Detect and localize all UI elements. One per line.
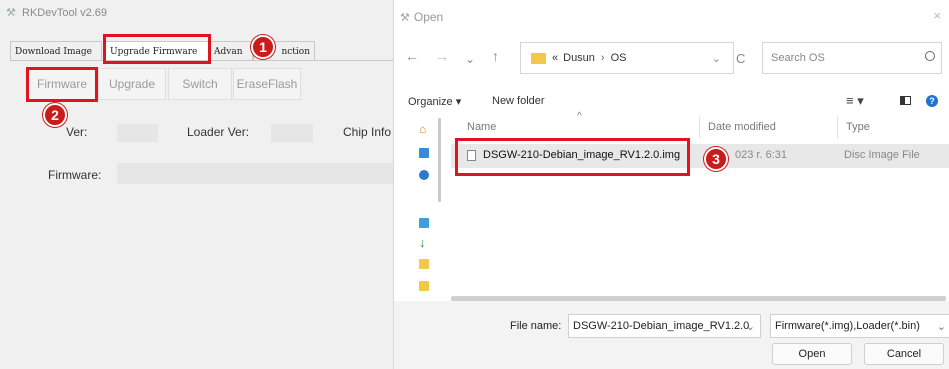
dialog-title-bar: ⚒ Open bbox=[400, 10, 443, 24]
breadcrumb-dusun[interactable]: Dusun bbox=[563, 52, 595, 64]
dialog-logo-icon: ⚒ bbox=[400, 11, 410, 24]
dialog-title: Open bbox=[413, 10, 444, 24]
address-bar[interactable]: « Dusun › OS ⌄ bbox=[520, 42, 734, 74]
column-divider bbox=[837, 116, 838, 138]
file-name-label: File name: bbox=[510, 320, 562, 332]
subtab-switch[interactable]: Switch bbox=[168, 68, 232, 100]
recent-locations-icon[interactable]: ⌄ bbox=[465, 52, 475, 66]
app-logo-icon: ⚒ bbox=[6, 7, 16, 19]
column-divider bbox=[699, 116, 700, 138]
organize-button[interactable]: Organize ▾ bbox=[408, 95, 461, 108]
fw-ver-label: Ver: bbox=[66, 125, 88, 139]
step-badge-2: 2 bbox=[43, 103, 67, 127]
loader-ver-value bbox=[271, 124, 313, 142]
subtab-eraseflash[interactable]: EraseFlash bbox=[233, 68, 301, 100]
close-icon[interactable]: × bbox=[933, 8, 941, 23]
chevron-down-icon[interactable]: ⌄ bbox=[936, 319, 946, 333]
file-name-value: DSGW-210-Debian_image_RV1.2.0 bbox=[573, 320, 750, 332]
preview-pane-icon[interactable] bbox=[900, 96, 911, 105]
search-icon bbox=[925, 51, 935, 61]
loader-ver-label: Loader Ver: bbox=[187, 125, 250, 139]
file-type: Disc Image File bbox=[844, 149, 920, 161]
chip-info-label: Chip Info bbox=[343, 125, 392, 139]
sort-indicator-icon: ^ bbox=[577, 111, 582, 122]
rk-title: RKDevTool v2.69 bbox=[22, 7, 107, 19]
firmware-path-field[interactable] bbox=[117, 163, 393, 184]
rk-title-bar: ⚒ RKDevTool v2.69 bbox=[6, 4, 107, 22]
tab-advanced-function[interactable]: Advan bbox=[209, 41, 253, 61]
onedrive-icon[interactable] bbox=[419, 170, 429, 180]
firmware-label: Firmware: bbox=[48, 168, 102, 182]
subtab-upgrade[interactable]: Upgrade bbox=[98, 68, 166, 100]
forward-arrow-icon[interactable]: → bbox=[435, 48, 449, 64]
file-name-input[interactable]: DSGW-210-Debian_image_RV1.2.0 ⌄ bbox=[568, 314, 761, 338]
fw-ver-value bbox=[117, 124, 158, 142]
gallery-icon[interactable] bbox=[419, 148, 429, 158]
highlight-image-file bbox=[455, 138, 690, 176]
highlight-upgrade-firmware-tab bbox=[103, 34, 211, 64]
column-date-modified[interactable]: Date modified bbox=[708, 121, 776, 133]
address-dropdown-icon[interactable]: ⌄ bbox=[712, 52, 721, 65]
step-badge-1: 1 bbox=[251, 35, 275, 59]
file-type-filter-value: Firmware(*.img),Loader(*.bin) bbox=[775, 320, 920, 332]
rkdevtool-window: ⚒ RKDevTool v2.69 Download Image Upgrade… bbox=[0, 0, 393, 369]
file-date: 023 r. 6:31 bbox=[735, 149, 787, 161]
folder-icon bbox=[531, 52, 546, 64]
search-placeholder: Search OS bbox=[771, 52, 825, 64]
back-arrow-icon[interactable]: ← bbox=[405, 48, 419, 64]
breadcrumb-prefix: « bbox=[552, 52, 559, 64]
cancel-button[interactable]: Cancel bbox=[864, 343, 944, 365]
documents-folder-icon[interactable] bbox=[419, 259, 429, 269]
nav-pane-scrollbar[interactable] bbox=[438, 118, 441, 202]
search-input[interactable]: Search OS bbox=[762, 42, 942, 74]
breadcrumb-separator: › bbox=[600, 52, 605, 64]
refresh-icon[interactable]: C bbox=[736, 51, 745, 66]
tab-download-image[interactable]: Download Image bbox=[10, 41, 102, 61]
file-type-filter-select[interactable]: Firmware(*.img),Loader(*.bin) ⌄ bbox=[770, 314, 949, 338]
desktop-icon[interactable] bbox=[419, 218, 429, 228]
open-button[interactable]: Open bbox=[772, 343, 852, 365]
highlight-firmware-subtab bbox=[26, 67, 98, 102]
pictures-folder-icon[interactable] bbox=[419, 281, 429, 291]
downloads-icon[interactable]: ↓ bbox=[419, 236, 429, 249]
new-folder-button[interactable]: New folder bbox=[492, 95, 545, 107]
open-file-dialog: ⚒ Open × ← → ⌄ ↑ « Dusun › OS ⌄ C Search… bbox=[393, 0, 949, 369]
column-type[interactable]: Type bbox=[846, 121, 870, 133]
view-options-icon[interactable]: ≡ ▾ bbox=[846, 93, 864, 109]
up-arrow-icon[interactable]: ↑ bbox=[492, 48, 499, 64]
step-badge-3: 3 bbox=[704, 147, 728, 171]
home-icon[interactable]: ⌂ bbox=[419, 123, 429, 135]
chevron-down-icon[interactable]: ⌄ bbox=[746, 320, 755, 333]
column-name[interactable]: Name bbox=[467, 121, 496, 133]
help-icon[interactable]: ? bbox=[926, 95, 938, 107]
breadcrumb-os[interactable]: OS bbox=[611, 52, 627, 64]
